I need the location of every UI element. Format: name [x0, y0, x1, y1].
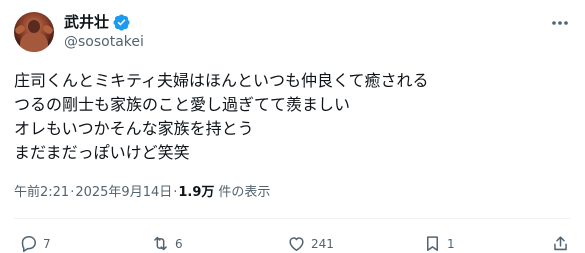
share-button[interactable]	[551, 234, 570, 253]
views-count[interactable]: 1.9万	[178, 184, 214, 202]
bookmark-count: 1	[447, 236, 455, 251]
tweet-text: 庄司くんとミキティ夫婦はほんといつも仲良くて癒される つるの剛士も家族のこと愛し…	[14, 69, 574, 165]
tweet-text-line: つるの剛士も家族のこと愛し過ぎてて羨ましい	[14, 95, 351, 114]
tweet-text-line: まだまだっぽいけど笑笑	[14, 143, 190, 162]
more-options-icon	[552, 21, 568, 25]
share-icon	[554, 236, 567, 251]
like-icon	[289, 237, 304, 251]
bookmark-button[interactable]: 1	[423, 234, 455, 253]
tweet-meta: 午前2:21 · 2025年9月14日 · 1.9万 件の表示	[14, 184, 270, 202]
reply-count: 7	[43, 236, 51, 251]
display-name[interactable]: 武井壮	[64, 13, 109, 31]
avatar[interactable]	[14, 12, 54, 52]
avatar-figure-head	[28, 20, 40, 33]
avatar-figure-body	[20, 32, 48, 52]
views-label[interactable]: 件の表示	[218, 184, 270, 202]
like-count: 241	[311, 236, 334, 251]
bookmark-icon	[426, 236, 439, 251]
user-handle[interactable]: @sosotakei	[64, 33, 144, 51]
reply-icon	[21, 236, 36, 252]
meta-separator: ·	[173, 185, 178, 200]
user-name-row[interactable]: 武井壮	[64, 13, 130, 31]
tweet-text-line: オレもいつかそんな家族を持とう	[14, 119, 254, 138]
more-options-button[interactable]	[549, 12, 571, 34]
tweet-text-line: 庄司くんとミキティ夫婦はほんといつも仲良くて癒される	[14, 71, 429, 90]
verified-badge-icon	[113, 13, 130, 31]
tweet-card[interactable]: 武井壮 @sosotakei 庄司くんとミキティ夫婦はほんといつも仲良くて癒され…	[0, 0, 585, 253]
repost-button[interactable]: 6	[151, 234, 183, 253]
tweet-time[interactable]: 午前2:21	[14, 184, 69, 202]
reply-button[interactable]: 7	[19, 234, 51, 253]
repost-icon	[154, 236, 167, 251]
tweet-date[interactable]: 2025年9月14日	[75, 184, 172, 202]
like-button[interactable]: 241	[287, 234, 334, 253]
meta-separator: ·	[70, 185, 75, 200]
repost-count: 6	[175, 236, 183, 251]
divider	[14, 218, 571, 219]
avatar-figure-arm-right	[41, 23, 54, 36]
